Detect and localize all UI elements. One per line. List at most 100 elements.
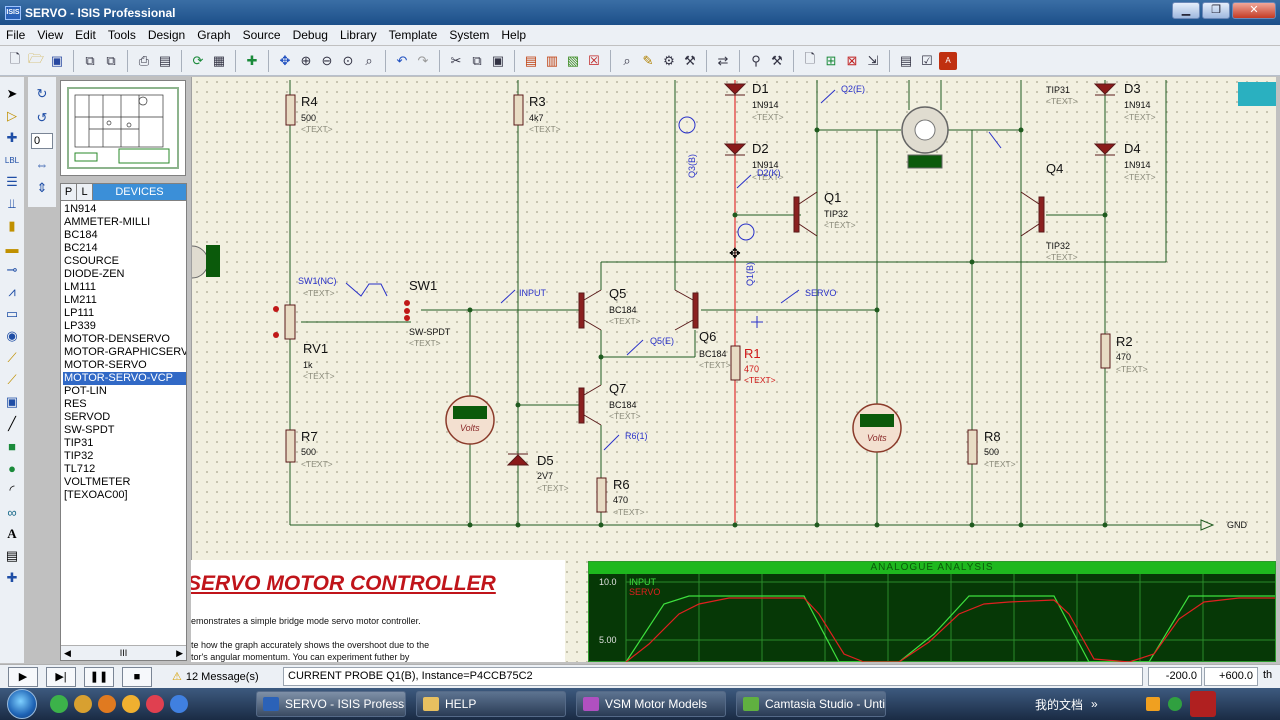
cut-icon[interactable]: ✂ [447, 52, 465, 70]
r3[interactable]: R3 4k7<TEXT> [529, 94, 561, 134]
probe-q1b[interactable]: Q1(B) [745, 262, 755, 286]
menu-source[interactable]: Source [237, 25, 287, 45]
step-button[interactable]: ▶| [46, 666, 76, 687]
probe-r6-1[interactable]: R6(1) [625, 431, 648, 441]
scroll-grip[interactable]: III [120, 648, 128, 658]
refresh-icon[interactable]: ⟳ [189, 52, 207, 70]
r7[interactable]: R7 500 <TEXT> [301, 429, 333, 469]
search-tag-icon[interactable]: ⚲ [747, 52, 765, 70]
path-icon[interactable]: ∞ [3, 503, 21, 521]
tray-expand-icon[interactable]: » [1091, 697, 1098, 711]
grid-icon[interactable]: ▦ [210, 52, 228, 70]
circle-icon[interactable]: ● [3, 459, 21, 477]
subcircuit-icon[interactable]: ▮ [3, 217, 21, 235]
menu-graph[interactable]: Graph [191, 25, 236, 45]
device-item[interactable]: TL712 [63, 463, 186, 476]
remove-sheet-icon[interactable]: ⊠ [843, 52, 861, 70]
device-item[interactable]: AMMETER-MILLI [63, 216, 186, 229]
menu-tools[interactable]: Tools [102, 25, 142, 45]
sw1[interactable]: SW1 SW-SPDT<TEXT> [409, 278, 451, 348]
new-sheet-icon[interactable]: 🗋 [801, 51, 819, 70]
task-vsm[interactable]: VSM Motor Models [576, 691, 726, 717]
menu-help[interactable]: Help [495, 25, 532, 45]
device-item[interactable]: LP339 [63, 320, 186, 333]
q4[interactable]: Q4 TIP32<TEXT> [1046, 161, 1078, 262]
paste-icon[interactable]: ▣ [489, 52, 507, 70]
open-folder-icon[interactable]: 🗁 [27, 51, 45, 70]
device-item[interactable]: LM211 [63, 294, 186, 307]
terminals-icon[interactable]: ▬ [3, 239, 21, 257]
symbol-icon[interactable]: ▤ [3, 547, 21, 565]
device-list-hscrollbar[interactable]: ◀ III ▶ [61, 645, 186, 660]
new-file-icon[interactable]: 🗋 [6, 51, 24, 70]
box-icon[interactable]: ■ [3, 437, 21, 455]
device-item[interactable]: MOTOR-GRAPHICSERVO [63, 346, 186, 359]
probe-q3b[interactable]: Q3(B) [687, 154, 697, 178]
block-delete-icon[interactable]: ☒ [585, 52, 603, 70]
menu-debug[interactable]: Debug [287, 25, 334, 45]
print-area-icon[interactable]: ▤ [156, 52, 174, 70]
zoom-out-icon[interactable]: ⊖ [318, 52, 336, 70]
text-script-icon[interactable]: ☰ [3, 173, 21, 191]
menu-library[interactable]: Library [334, 25, 383, 45]
menu-view[interactable]: View [31, 25, 69, 45]
quicklaunch-icon-6[interactable] [170, 695, 188, 713]
rotate-anticlockwise-icon[interactable]: ↺ [33, 109, 51, 127]
library-manager-button[interactable]: L [77, 184, 93, 200]
goto-sheet-icon[interactable]: ⇲ [864, 52, 882, 70]
device-item[interactable]: CSOURCE [63, 255, 186, 268]
overview-viewport[interactable] [67, 87, 179, 169]
device-item[interactable]: VOLTMETER [63, 476, 186, 489]
graph-icon[interactable]: ⩘ [3, 283, 21, 301]
tray-shield-icon[interactable] [1167, 697, 1182, 711]
pick-devices-button[interactable]: P [61, 184, 77, 200]
text-icon[interactable]: A [3, 525, 21, 543]
quicklaunch-icon-2[interactable] [74, 695, 92, 713]
device-item[interactable]: TIP31 [63, 437, 186, 450]
maximize-button[interactable]: ❐ [1202, 2, 1230, 19]
add-sheet-icon[interactable]: ⊞ [822, 52, 840, 70]
d1[interactable]: D1 1N914 <TEXT> [752, 81, 784, 122]
r2[interactable]: R2 470 <TEXT> [1116, 334, 1148, 374]
analogue-analysis-graph[interactable]: ANALOGUE ANALYSIS 10.0 5.00 INPUT SERVO [588, 561, 1276, 663]
device-item[interactable]: BC184 [63, 229, 186, 242]
rotate-clockwise-icon[interactable]: ↻ [33, 85, 51, 103]
r6[interactable]: R6 470 <TEXT> [613, 477, 645, 517]
overview-window[interactable] [60, 80, 186, 176]
device-item[interactable]: [TEXOAC00] [63, 489, 186, 502]
block-copy-icon[interactable]: ▤ [522, 52, 540, 70]
virtual-instruments-icon[interactable]: ▣ [3, 393, 21, 411]
origin-icon[interactable]: ✚ [243, 52, 261, 70]
d4[interactable]: D4 1N914 <TEXT> [1124, 141, 1156, 182]
netlist-to-ares-icon[interactable]: A [939, 51, 957, 70]
rv1[interactable]: RV1 1k<TEXT> [303, 341, 335, 381]
junction-dot-icon[interactable]: ✚ [3, 129, 21, 147]
current-probe-icon[interactable]: ⟋ [3, 371, 21, 389]
task-isis[interactable]: SERVO - ISIS Professi... [256, 691, 406, 717]
device-item[interactable]: TIP32 [63, 450, 186, 463]
arc-icon[interactable]: ◜ [3, 481, 21, 499]
probe-q5e[interactable]: Q5(E) [650, 336, 674, 346]
tray-toolbar-label[interactable]: 我的文档 [1035, 696, 1083, 713]
q7[interactable]: Q7 BC184<TEXT> [609, 381, 641, 421]
make-device-icon[interactable]: ✎ [639, 52, 657, 70]
device-item[interactable]: BC214 [63, 242, 186, 255]
probe-sw1nc[interactable]: SW1(NC) [298, 276, 337, 286]
mirror-vertical-icon[interactable]: ⇕ [33, 179, 51, 197]
quicklaunch-icon-1[interactable] [50, 695, 68, 713]
quicklaunch-icon-5[interactable] [146, 695, 164, 713]
probe-d2k[interactable]: D2(K) [757, 168, 781, 178]
start-button[interactable] [0, 688, 44, 720]
menu-edit[interactable]: Edit [69, 25, 102, 45]
device-item[interactable]: SERVOD [63, 411, 186, 424]
device-item[interactable]: DIODE-ZEN [63, 268, 186, 281]
stop-button[interactable]: ■ [122, 666, 152, 687]
task-help[interactable]: HELP [416, 691, 566, 717]
tray-app-icon[interactable] [1145, 697, 1160, 711]
scroll-right-icon[interactable]: ▶ [176, 648, 183, 659]
d3[interactable]: D3 1N914 <TEXT> [1124, 81, 1156, 122]
save-icon[interactable]: ▣ [48, 52, 66, 70]
marker-icon[interactable]: ✚ [3, 569, 21, 587]
r4[interactable]: R4 500<TEXT> [301, 94, 333, 134]
device-pins-icon[interactable]: ⊸ [3, 261, 21, 279]
